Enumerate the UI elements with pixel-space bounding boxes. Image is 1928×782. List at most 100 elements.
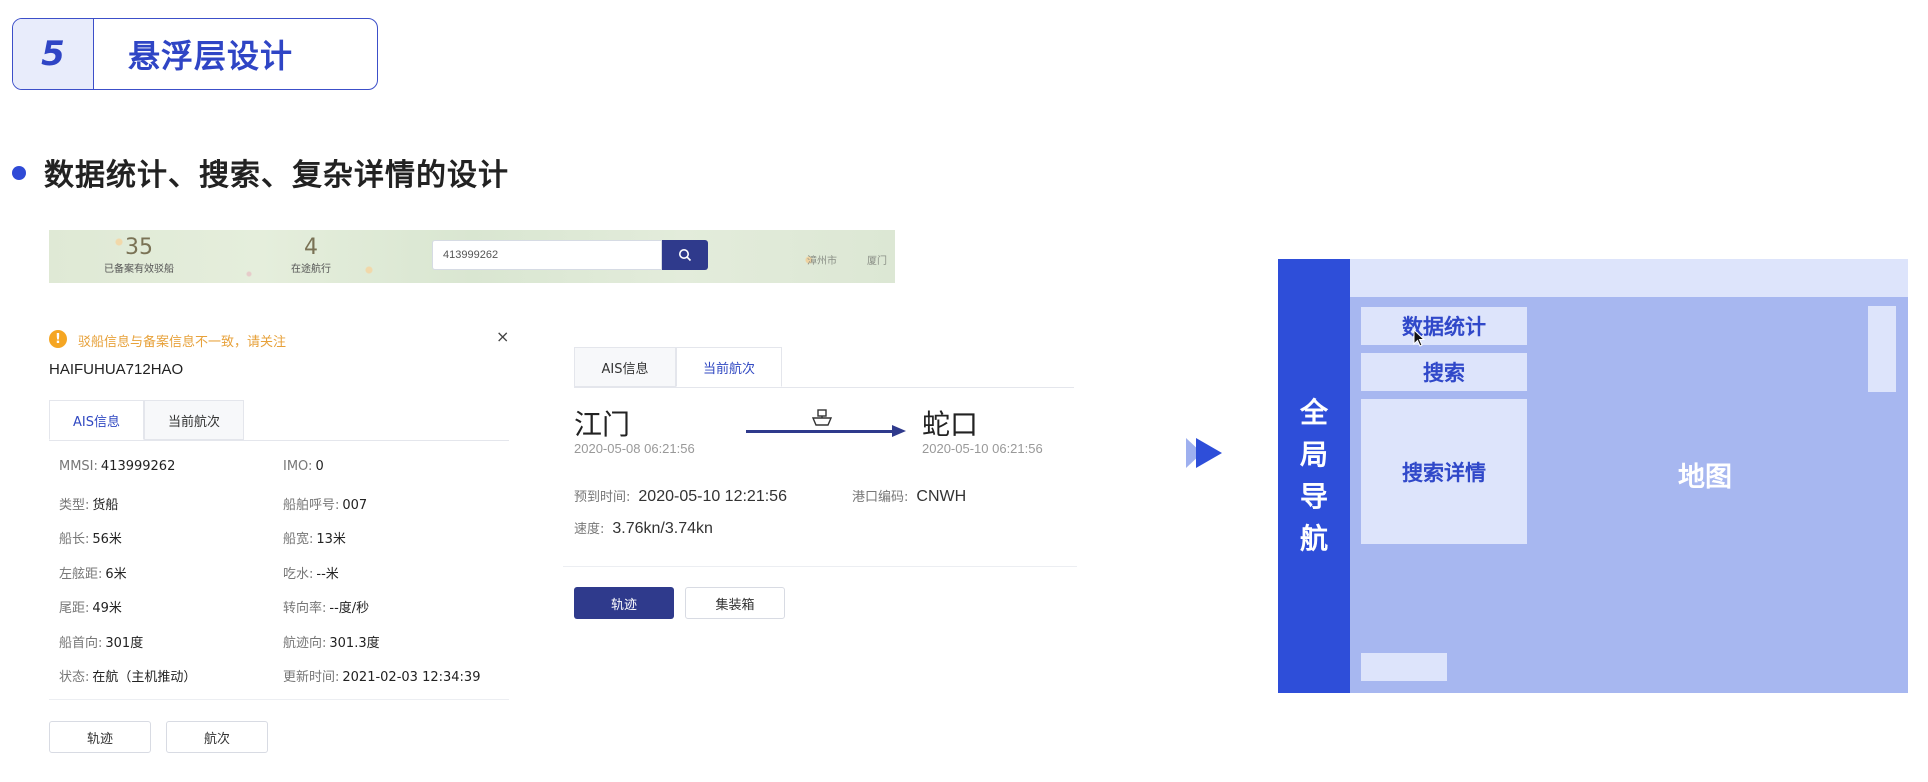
map-town-label: 厦门 — [867, 256, 887, 267]
ais-field: 船舶呼号: 007 — [283, 494, 367, 513]
ais-field-label: MMSI: — [59, 459, 98, 474]
search-icon — [679, 249, 692, 262]
voyage-tabbar: AIS信息 当前航次 — [574, 347, 1074, 388]
top-bar-block — [1350, 259, 1908, 297]
tab-current-voyage[interactable]: 当前航次 — [144, 400, 244, 440]
bullet-dot-icon — [12, 166, 26, 180]
ais-field: 更新时间: 2021-02-03 12:34:39 — [283, 666, 480, 685]
eta-value: 2020-05-10 12:21:56 — [638, 488, 787, 505]
ais-field-label: 状态: — [59, 670, 90, 685]
ais-field: 尾距: 49米 — [59, 597, 122, 616]
ship-name: HAIFUHUA712HAO — [49, 361, 184, 378]
stat-value: 4 — [304, 235, 318, 260]
section-number: 5 — [13, 19, 94, 89]
route-line — [746, 430, 894, 433]
ais-field-value: 301.3度 — [329, 635, 380, 651]
global-nav-block: 全 局 导 航 — [1278, 259, 1350, 693]
ais-field-label: 航迹向: — [283, 635, 327, 651]
eta-label: 预到时间: — [574, 490, 631, 505]
speed-value: 3.76kn/3.74kn — [612, 520, 713, 537]
arrival-time: 2020-05-10 06:21:56 — [922, 441, 1043, 456]
bottom-left-block — [1361, 653, 1447, 681]
map-search-button[interactable] — [662, 240, 708, 270]
ais-field-label: 船宽: — [283, 532, 314, 547]
ais-field-label: 吃水: — [283, 566, 314, 582]
ais-field: 左舷距: 6米 — [59, 563, 127, 582]
ais-field-value: --米 — [316, 566, 339, 582]
warning-icon: ! — [49, 330, 67, 348]
speed-label: 速度: — [574, 522, 605, 537]
ais-field-value: 301度 — [105, 635, 144, 651]
arrival-port: 蛇口 — [922, 408, 979, 441]
route-arrow-icon — [892, 425, 906, 437]
nav-char: 航 — [1299, 522, 1328, 555]
ais-field-value: 在航（主机推动） — [92, 670, 197, 685]
ais-field: 转向率: --度/秒 — [283, 597, 369, 616]
ais-field-value: --度/秒 — [329, 601, 370, 616]
ais-field: 船宽: 13米 — [283, 528, 346, 547]
ais-field-label: 船首向: — [59, 635, 103, 651]
divider — [563, 566, 1077, 567]
ais-field-value: 货船 — [92, 497, 119, 513]
tab-ais-info[interactable]: AIS信息 — [49, 400, 144, 440]
close-icon[interactable]: × — [496, 327, 509, 346]
ais-field: IMO: 0 — [283, 459, 324, 474]
tab-ais-info[interactable]: AIS信息 — [574, 347, 676, 387]
voyage-button[interactable]: 航次 — [166, 721, 268, 753]
ais-field-value: 49米 — [92, 601, 122, 616]
ais-field-value: 13米 — [316, 532, 346, 547]
ais-field-value: 0 — [315, 459, 324, 474]
map-area-label: 地图 — [1678, 462, 1732, 493]
detail-tabbar: AIS信息 当前航次 — [49, 400, 509, 441]
eta-field: 预到时间: 2020-05-10 12:21:56 — [574, 486, 787, 506]
cursor-icon — [1413, 329, 1426, 347]
warning-message: 驳船信息与备案信息不一致，请关注 — [78, 335, 287, 350]
port-code-label: 港口编码: — [852, 490, 909, 505]
layout-wireframe: 全 局 导 航 数据统计 搜索 搜索详情 地图 — [1278, 259, 1908, 693]
section-title: 悬浮层设计 — [128, 37, 294, 75]
ais-field-label: 船长: — [59, 532, 90, 547]
port-code-field: 港口编码: CNWH — [852, 486, 966, 506]
ais-field-label: 类型: — [59, 497, 90, 513]
map-town-label: 漳州市 — [807, 256, 837, 267]
ais-field: 状态: 在航（主机推动） — [59, 666, 196, 685]
departure-time: 2020-05-08 06:21:56 — [574, 441, 695, 456]
tab-current-voyage[interactable]: 当前航次 — [676, 347, 782, 387]
ais-field: 类型: 货船 — [59, 494, 118, 513]
ais-field-value: 2021-02-03 12:34:39 — [342, 670, 481, 685]
port-code-value: CNWH — [916, 488, 967, 505]
search-detail-block: 搜索详情 — [1361, 399, 1527, 544]
nav-char: 导 — [1299, 480, 1328, 513]
map-strip[interactable]: 35 已备案有效驳船 4 在途航行 413999262 漳州市 厦门 — [49, 230, 895, 283]
flow-arrow-icon — [1186, 438, 1222, 468]
ais-field: 船首向: 301度 — [59, 632, 143, 651]
search-block: 搜索 — [1361, 353, 1527, 391]
nav-char: 全 — [1299, 396, 1328, 429]
track-button[interactable]: 轨迹 — [49, 721, 151, 753]
stat-value: 35 — [125, 235, 153, 260]
stat-label: 在途航行 — [291, 264, 331, 275]
right-tool-block — [1868, 306, 1896, 392]
speed-field: 速度: 3.76kn/3.74kn — [574, 518, 713, 538]
stat-registered-barges: 35 已备案有效驳船 — [79, 235, 199, 276]
ais-field-label: 更新时间: — [283, 670, 340, 685]
ais-field-value: 413999262 — [100, 459, 176, 474]
ais-field: 航迹向: 301.3度 — [283, 632, 380, 651]
stat-in-transit: 4 在途航行 — [271, 235, 351, 276]
ais-field-value: 007 — [342, 497, 368, 513]
divider — [49, 699, 509, 700]
track-button[interactable]: 轨迹 — [574, 587, 674, 619]
stat-label: 已备案有效驳船 — [104, 264, 174, 275]
section-header: 5 悬浮层设计 — [12, 18, 378, 90]
ais-field-label: 船舶呼号: — [283, 497, 340, 513]
container-button[interactable]: 集装箱 — [685, 587, 785, 619]
ais-field-label: 尾距: — [59, 601, 90, 616]
ais-field: MMSI: 413999262 — [59, 459, 175, 474]
map-search-input[interactable]: 413999262 — [432, 240, 662, 270]
ais-field-label: 转向率: — [283, 601, 327, 616]
ais-field-label: 左舷距: — [59, 566, 103, 582]
bullet-heading: 数据统计、搜索、复杂详情的设计 — [44, 158, 509, 193]
ais-field: 船长: 56米 — [59, 528, 122, 547]
ais-field: 吃水: --米 — [283, 563, 339, 582]
departure-port: 江门 — [574, 408, 631, 441]
